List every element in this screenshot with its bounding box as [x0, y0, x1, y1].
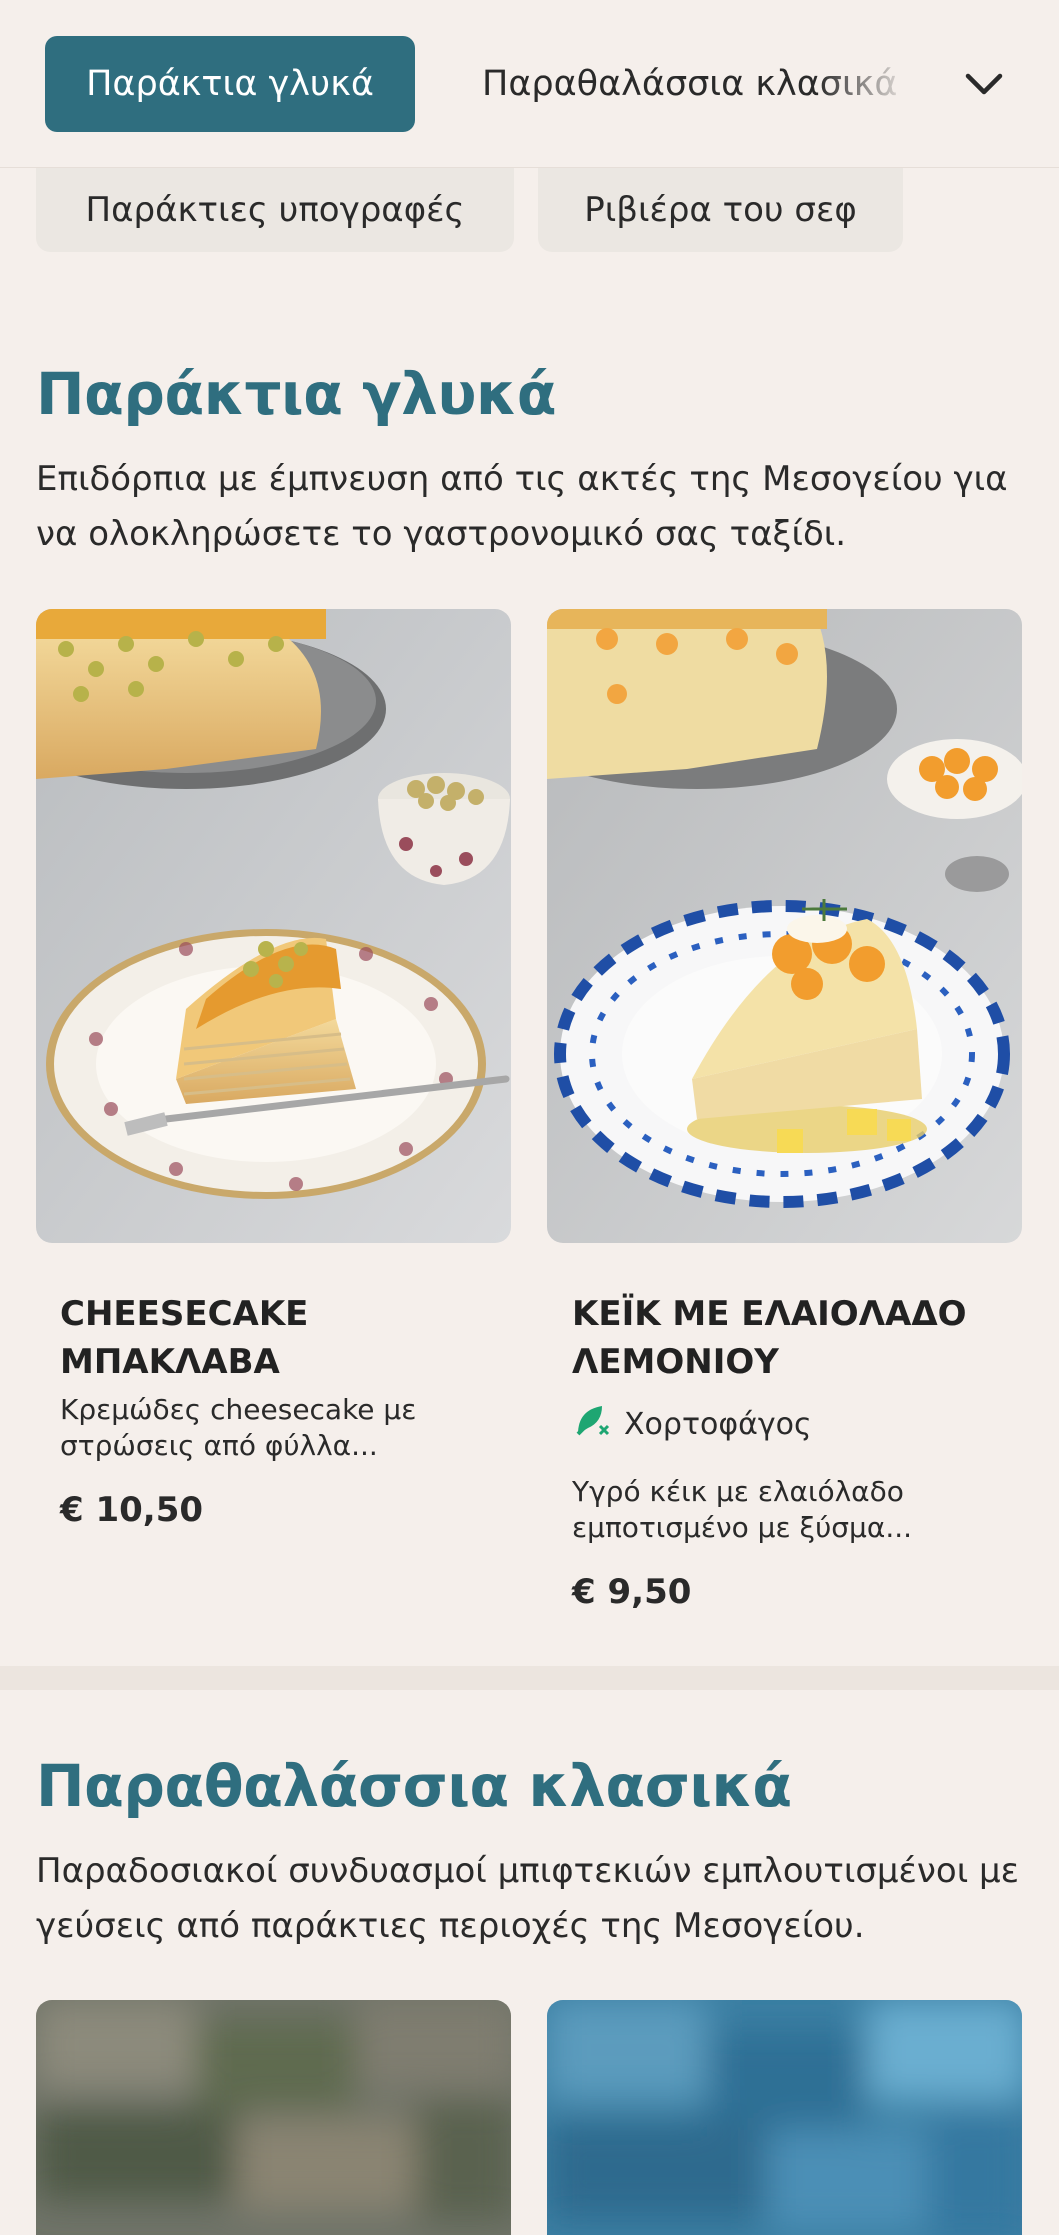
menu-item-image[interactable] [36, 2000, 511, 2235]
category-chip-row: Παράκτιες υπογραφές Ριβιέρα του σεφ [0, 168, 1059, 252]
section-title: Παράκτια γλυκά [36, 360, 557, 428]
menu-item-image[interactable] [36, 609, 511, 1243]
menu-item-title[interactable]: ΚΕΪΚ ΜΕ ΕΛΑΙΟΛΑΔΟ ΛΕΜΟΝΙΟΥ [572, 1290, 992, 1386]
menu-item-price: € 10,50 [60, 1490, 204, 1530]
category-chip[interactable]: Παράκτιες υπογραφές [36, 168, 514, 252]
section-divider [0, 1666, 1059, 1690]
menu-item-image[interactable] [547, 609, 1022, 1243]
section-description: Επιδόρπια με έμπνευση από τις ακτές της … [36, 459, 1008, 554]
vegetarian-leaf-icon [572, 1400, 612, 1448]
section-description: Παραδοσιακοί συνδυασμοί μπιφτεκιών εμπλο… [36, 1851, 1020, 1946]
category-tab-next[interactable]: Παραθαλάσσια κλασικά [482, 36, 912, 132]
menu-item-price: € 9,50 [572, 1572, 692, 1612]
chevron-down-icon[interactable] [960, 60, 1008, 108]
menu-item-description: Κρεμώδες cheesecake με στρώσεις από φύλλ… [60, 1393, 417, 1462]
category-bar: Παράκτια γλυκά Παραθαλάσσια κλασικά [0, 0, 1059, 168]
menu-item-description: Υγρό κέικ με ελαιόλαδο εμποτισμένο με ξύ… [572, 1475, 913, 1544]
menu-item-image[interactable] [547, 2000, 1022, 2235]
category-tab-active[interactable]: Παράκτια γλυκά [45, 36, 415, 132]
menu-item-title[interactable]: CHEESECAKE ΜΠΑΚΛΑΒΑ [60, 1290, 480, 1386]
dietary-tag: Χορτοφάγος [572, 1400, 812, 1448]
section-title: Παραθαλάσσια κλασικά [36, 1752, 792, 1820]
dietary-tag-label: Χορτοφάγος [624, 1406, 812, 1442]
category-chip[interactable]: Ριβιέρα του σεφ [538, 168, 903, 252]
